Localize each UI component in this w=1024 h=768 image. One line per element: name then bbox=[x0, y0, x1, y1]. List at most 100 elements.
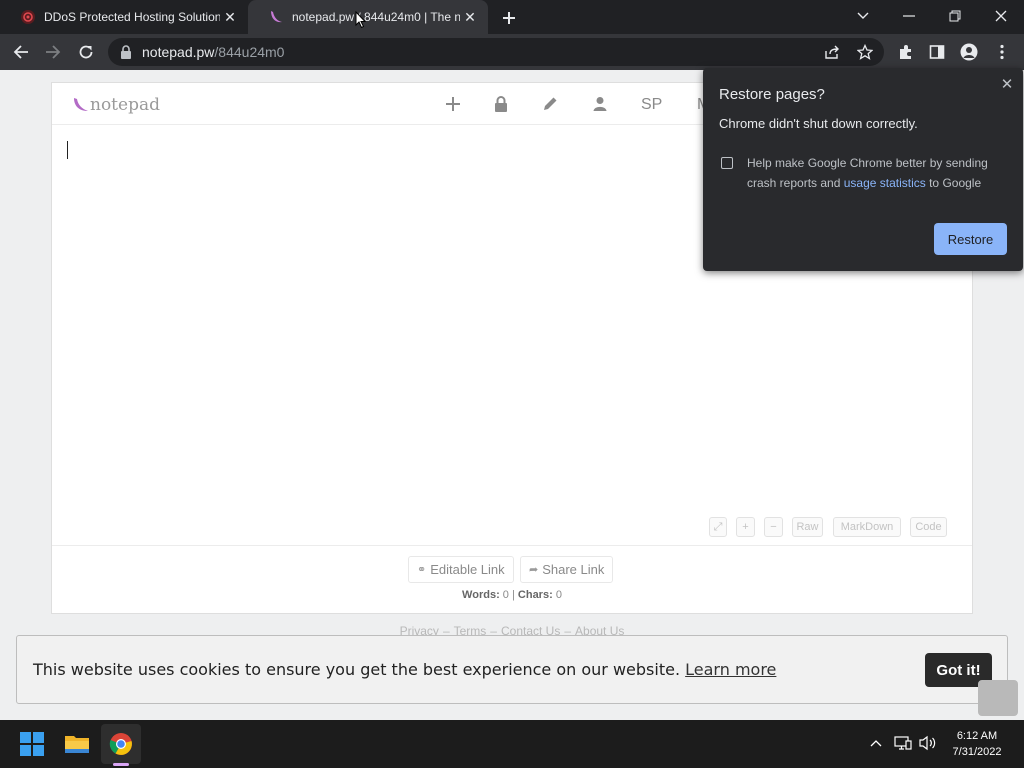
spellcheck-toggle[interactable]: SP bbox=[641, 96, 662, 114]
restore-window-button[interactable] bbox=[942, 3, 968, 29]
chevron-up-icon bbox=[870, 740, 882, 747]
share-link-button[interactable]: ➦ Share Link bbox=[520, 556, 614, 583]
checkbox-label: Help make Google Chrome better by sendin… bbox=[747, 153, 1009, 193]
dialog-title: Restore pages? bbox=[719, 86, 825, 103]
share-icon[interactable] bbox=[824, 45, 840, 59]
close-window-button[interactable] bbox=[988, 3, 1014, 29]
folder-icon bbox=[65, 736, 89, 753]
ddos-shield-icon bbox=[21, 10, 35, 24]
file-explorer-button[interactable] bbox=[61, 728, 93, 760]
restore-window-icon bbox=[949, 10, 961, 22]
notepad-logo[interactable]: notepad bbox=[72, 95, 160, 115]
restore-button[interactable]: Restore bbox=[934, 223, 1007, 255]
tab-ddos-hosting[interactable]: DDoS Protected Hosting Solutions ✕ bbox=[0, 0, 248, 34]
back-button[interactable] bbox=[8, 39, 34, 65]
network-button[interactable] bbox=[894, 734, 912, 752]
chrome-taskbar-button[interactable] bbox=[105, 728, 137, 760]
tab-title: notepad.pw / 844u24m0 | The na bbox=[292, 10, 460, 24]
chars-label: Chars: bbox=[517, 589, 553, 601]
learn-more-link[interactable]: Learn more bbox=[685, 660, 776, 679]
code-button[interactable]: Code bbox=[910, 517, 947, 537]
plus-icon bbox=[503, 12, 515, 24]
user-icon bbox=[593, 97, 607, 111]
volume-button[interactable] bbox=[919, 734, 937, 752]
active-app-indicator bbox=[113, 763, 129, 766]
side-panel-icon bbox=[929, 45, 945, 59]
browser-toolbar: notepad.pw/844u24m0 bbox=[0, 34, 1024, 70]
new-note-button[interactable] bbox=[443, 94, 463, 114]
usage-statistics-link[interactable]: usage statistics bbox=[844, 176, 926, 190]
close-icon bbox=[995, 10, 1007, 22]
clock-date: 7/31/2022 bbox=[952, 746, 1002, 758]
side-panel-button[interactable] bbox=[924, 39, 950, 65]
lock-icon bbox=[495, 96, 507, 112]
network-icon bbox=[894, 736, 912, 750]
crash-reports-checkbox[interactable] bbox=[721, 157, 733, 169]
clock-time: 6:12 AM bbox=[956, 730, 998, 742]
words-label: Words: bbox=[462, 589, 500, 601]
tab-search-button[interactable] bbox=[850, 3, 876, 29]
tab-title: DDoS Protected Hosting Solutions bbox=[44, 10, 220, 24]
chrome-icon bbox=[109, 733, 132, 755]
edit-url-button[interactable] bbox=[540, 94, 560, 114]
pencil-icon bbox=[544, 97, 557, 110]
reload-icon bbox=[79, 45, 93, 59]
close-tab-icon[interactable]: ✕ bbox=[460, 7, 480, 27]
url-path: /844u24m0 bbox=[214, 44, 285, 60]
puzzle-icon bbox=[900, 45, 911, 59]
editable-link-button[interactable]: ⚭ Editable Link bbox=[408, 556, 514, 583]
close-dialog-icon[interactable]: ✕ bbox=[997, 74, 1017, 94]
new-tab-button[interactable] bbox=[498, 7, 520, 29]
url-host: notepad.pw bbox=[142, 44, 215, 60]
notepad-leaf-icon bbox=[74, 98, 88, 111]
logo-text: notepad bbox=[90, 95, 160, 115]
minimize-button[interactable] bbox=[896, 3, 922, 29]
browser-tab-strip: DDoS Protected Hosting Solutions ✕ notep… bbox=[0, 0, 1024, 34]
avatar-icon bbox=[960, 43, 978, 61]
divider bbox=[52, 545, 972, 546]
markdown-button[interactable]: MarkDown bbox=[833, 517, 901, 537]
restore-pages-dialog: Restore pages? Chrome didn't shut down c… bbox=[703, 68, 1023, 271]
chars-value: 0 bbox=[555, 589, 562, 601]
taskbar-clock[interactable]: 6:12 AM 7/31/2022 bbox=[944, 728, 1010, 760]
close-tab-icon[interactable]: ✕ bbox=[220, 7, 240, 27]
url-text: notepad.pw/844u24m0 bbox=[142, 44, 284, 60]
kebab-menu-icon bbox=[1000, 44, 1004, 60]
cookie-text: This website uses cookies to ensure you … bbox=[33, 660, 681, 679]
fullscreen-button[interactable]: ⤢ bbox=[709, 517, 727, 537]
speaker-icon bbox=[919, 735, 936, 751]
minimize-icon bbox=[903, 15, 915, 17]
profile-button[interactable] bbox=[956, 39, 982, 65]
forward-button[interactable] bbox=[40, 39, 66, 65]
reload-button[interactable] bbox=[73, 39, 99, 65]
address-bar[interactable]: notepad.pw/844u24m0 bbox=[108, 38, 884, 66]
tab-notepad[interactable]: notepad.pw / 844u24m0 | The na ✕ bbox=[248, 0, 488, 34]
lock-icon[interactable] bbox=[120, 45, 132, 59]
arrow-right-icon bbox=[46, 45, 61, 59]
editable-link-label: Editable Link bbox=[430, 562, 505, 577]
show-hidden-icons-button[interactable] bbox=[867, 734, 885, 752]
extensions-button[interactable] bbox=[893, 39, 919, 65]
share-link-label: Share Link bbox=[542, 562, 605, 577]
user-button[interactable] bbox=[590, 94, 610, 114]
windows-logo-icon bbox=[20, 732, 44, 756]
windows-taskbar: 6:12 AM 7/31/2022 bbox=[0, 720, 1024, 768]
lock-note-button[interactable] bbox=[491, 94, 511, 114]
chevron-down-icon bbox=[857, 12, 869, 19]
raw-button[interactable]: Raw bbox=[792, 517, 823, 537]
share-arrow-icon: ➦ bbox=[529, 564, 539, 576]
arrow-left-icon bbox=[13, 45, 28, 59]
link-icon: ⚭ bbox=[417, 564, 427, 576]
floating-chat-button[interactable] bbox=[978, 680, 1018, 716]
plus-icon bbox=[446, 97, 460, 111]
start-button[interactable] bbox=[16, 728, 48, 760]
checkbox-text-post: to Google bbox=[925, 176, 982, 190]
bookmark-star-icon[interactable] bbox=[857, 44, 873, 60]
mouse-cursor-icon bbox=[355, 11, 367, 29]
cookie-consent-bar: This website uses cookies to ensure you … bbox=[16, 635, 1008, 704]
font-increase-button[interactable]: + bbox=[736, 517, 755, 537]
chrome-menu-button[interactable] bbox=[989, 39, 1015, 65]
words-value: 0 bbox=[502, 589, 509, 601]
font-decrease-button[interactable]: − bbox=[764, 517, 783, 537]
notepad-leaf-icon bbox=[271, 11, 282, 23]
